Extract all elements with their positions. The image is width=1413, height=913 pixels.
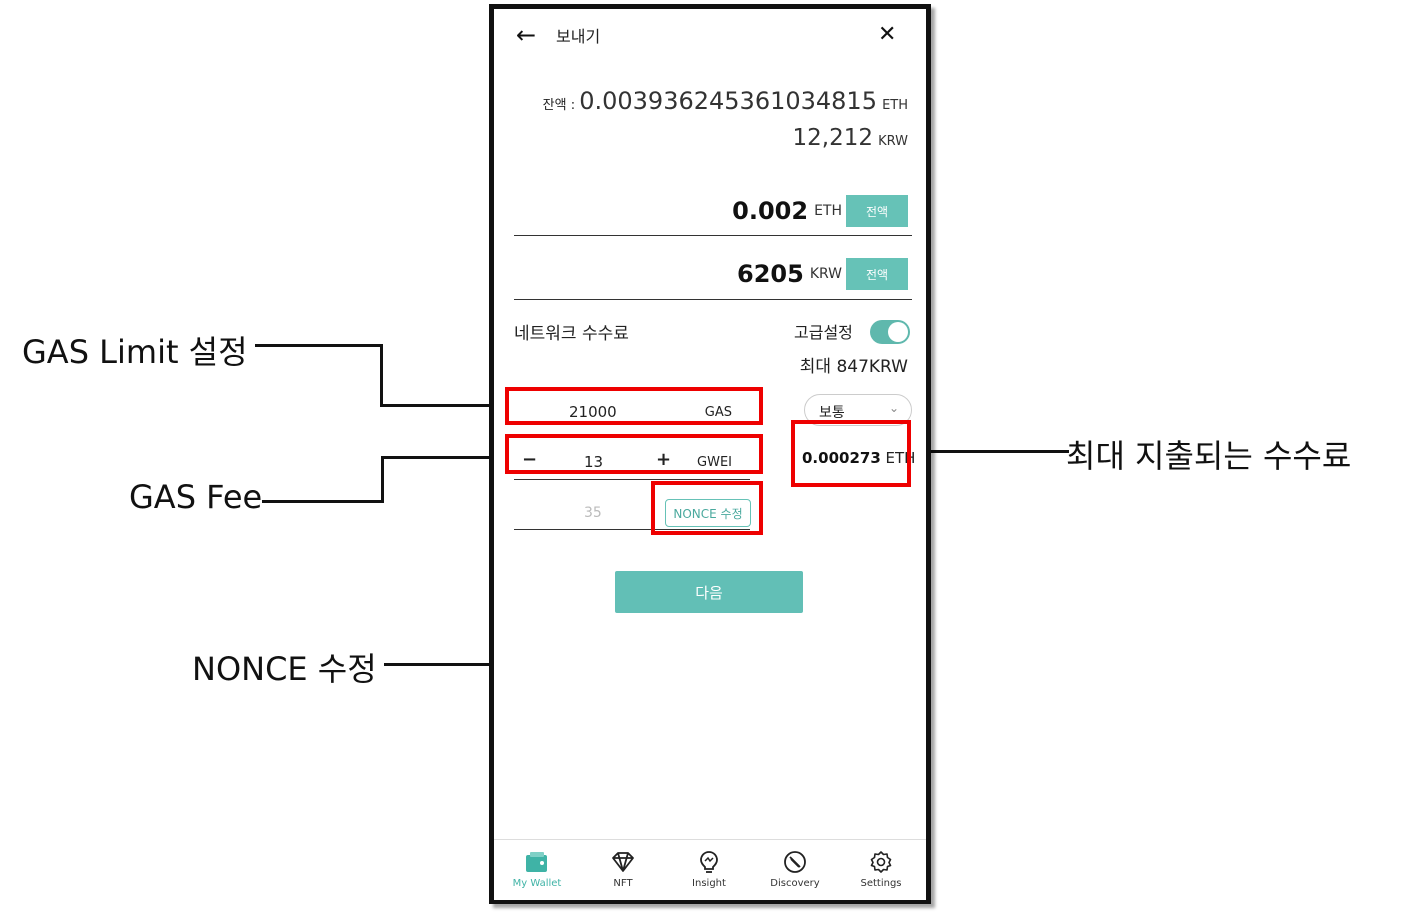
nav-label: Discovery bbox=[770, 878, 820, 889]
nav-label: My Wallet bbox=[512, 878, 562, 889]
speed-select-value: 보통 bbox=[819, 405, 845, 421]
balance-eth: 잔액 : 0.003936245361034815 ETH bbox=[543, 87, 908, 115]
nav-item-insight[interactable]: Insight bbox=[666, 840, 752, 900]
amount-krw-value[interactable]: 6205 bbox=[737, 260, 804, 288]
balance-label: 잔액 : bbox=[542, 98, 580, 113]
highlight-gas-fee bbox=[505, 434, 763, 474]
diamond-icon bbox=[612, 852, 634, 872]
annotation-max-fee: 최대 지출되는 수수료 bbox=[1066, 437, 1352, 475]
balance-krw-value: 12,212 bbox=[792, 125, 874, 151]
divider bbox=[514, 235, 912, 236]
amount-krw-unit: KRW bbox=[809, 266, 842, 282]
gear-icon bbox=[870, 851, 892, 873]
annotation-gas-fee: GAS Fee bbox=[129, 478, 263, 516]
nav-item-nft[interactable]: NFT bbox=[580, 840, 666, 900]
advanced-settings-label: 고급설정 bbox=[794, 323, 853, 342]
bottom-nav: My Wallet NFT Insight Discovery Settings bbox=[494, 839, 926, 900]
amount-eth-input[interactable]: 0.002 ETH 전액 bbox=[732, 195, 908, 227]
nav-label: NFT bbox=[613, 878, 633, 889]
divider bbox=[514, 479, 750, 480]
chevron-down-icon: ⌄ bbox=[888, 401, 899, 415]
lightbulb-icon bbox=[700, 851, 718, 873]
close-icon[interactable]: ✕ bbox=[878, 23, 896, 47]
max-fee-krw: 최대 847KRW bbox=[799, 357, 908, 377]
balance-eth-value: 0.003936245361034815 bbox=[579, 87, 877, 115]
connector-max-fee bbox=[911, 450, 1069, 453]
balance-eth-unit: ETH bbox=[882, 98, 908, 113]
nav-item-discovery[interactable]: Discovery bbox=[752, 840, 838, 900]
nonce-value[interactable]: 35 bbox=[584, 505, 602, 521]
nav-item-my-wallet[interactable]: My Wallet bbox=[494, 840, 580, 900]
annotation-nonce: NONCE 수정 bbox=[192, 650, 377, 688]
highlight-nonce bbox=[651, 481, 763, 535]
nav-item-settings[interactable]: Settings bbox=[838, 840, 924, 900]
all-krw-button[interactable]: 전액 bbox=[846, 258, 908, 290]
nav-label: Insight bbox=[692, 878, 726, 889]
nav-label: Settings bbox=[860, 878, 902, 889]
amount-eth-unit: ETH bbox=[814, 203, 842, 219]
balance-krw-unit: KRW bbox=[878, 134, 908, 149]
toggle-knob bbox=[888, 322, 908, 342]
all-eth-button[interactable]: 전액 bbox=[846, 195, 908, 227]
network-fee-title: 네트워크 수수료 bbox=[514, 324, 629, 344]
highlight-max-fee bbox=[791, 420, 911, 487]
highlight-gas-limit bbox=[505, 387, 763, 425]
balance-krw: 12,212 KRW bbox=[793, 125, 908, 151]
advanced-settings-toggle[interactable] bbox=[870, 320, 910, 344]
back-arrow-icon[interactable]: ← bbox=[516, 23, 536, 47]
divider bbox=[514, 299, 912, 300]
amount-eth-value[interactable]: 0.002 bbox=[732, 197, 808, 225]
wallet-icon bbox=[526, 852, 547, 872]
amount-krw-input[interactable]: 6205 KRW 전액 bbox=[737, 258, 908, 290]
page-title: 보내기 bbox=[556, 27, 601, 46]
next-button[interactable]: 다음 bbox=[615, 571, 803, 613]
annotation-gas-limit: GAS Limit 설정 bbox=[22, 333, 248, 371]
connector-gas-limit bbox=[255, 344, 383, 347]
compass-icon bbox=[784, 851, 806, 873]
connector-gas-fee bbox=[262, 500, 384, 503]
